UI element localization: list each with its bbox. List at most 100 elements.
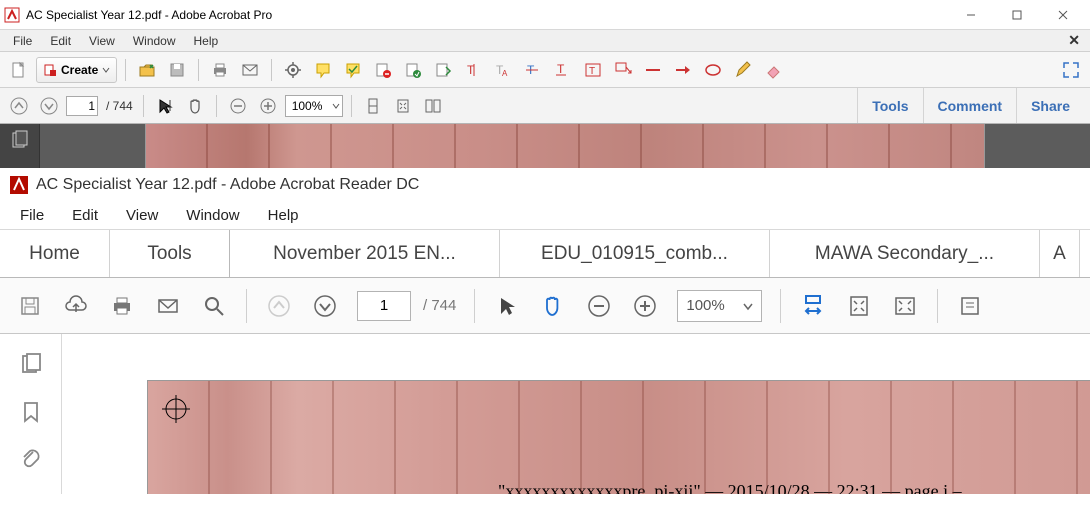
crop-mark-icon [162,395,190,423]
zoom-in-icon[interactable] [255,93,281,119]
email-icon[interactable] [148,286,188,326]
close-button[interactable] [1040,0,1086,30]
text-box-icon[interactable]: T [580,57,606,83]
pro-page-canvas[interactable] [40,124,1090,168]
page-down-icon[interactable] [36,93,62,119]
page-number-input[interactable] [66,96,98,116]
dc-zoom-value: 100% [686,297,724,314]
tab-document-4[interactable]: A [1040,230,1080,277]
tab-document-1[interactable]: November 2015 EN... [230,230,500,277]
fit-width-icon[interactable] [793,286,833,326]
two-page-icon[interactable] [420,93,446,119]
bookmark-panel-icon[interactable] [19,400,43,424]
strikethrough-icon[interactable]: T [520,57,546,83]
zoom-out-icon[interactable] [225,93,251,119]
search-icon[interactable] [194,286,234,326]
pro-window-title: AC Specialist Year 12.pdf - Adobe Acroba… [26,8,272,22]
open-icon[interactable] [134,57,160,83]
stamp-icon[interactable] [400,57,426,83]
fit-page-icon[interactable] [390,93,416,119]
menu-help[interactable]: Help [185,32,228,50]
dc-page-canvas[interactable]: "xxxxxxxxxxxxxpre_pi-xii" — 2015/10/28 —… [62,334,1090,494]
hand-tool-icon[interactable] [533,286,573,326]
menu-edit[interactable]: Edit [41,32,80,50]
dc-menu-edit[interactable]: Edit [58,204,112,227]
eraser-icon[interactable] [760,57,786,83]
print-icon[interactable] [207,57,233,83]
pro-nav-sidebar [0,124,40,168]
sticky-note-icon[interactable] [310,57,336,83]
callout-icon[interactable] [610,57,636,83]
oval-icon[interactable] [700,57,726,83]
thumbnails-panel-icon[interactable] [19,352,43,376]
pro-toolbar-main: Create T TA T T T [0,52,1090,88]
dc-zoom-combo[interactable]: 100% [677,290,761,322]
fit-page-icon[interactable] [839,286,879,326]
minimize-button[interactable] [948,0,994,30]
dc-menu-view[interactable]: View [112,204,172,227]
email-icon[interactable] [237,57,263,83]
tab-document-2[interactable]: EDU_010915_comb... [500,230,770,277]
save-icon[interactable] [164,57,190,83]
dc-menu-file[interactable]: File [6,204,58,227]
save-icon[interactable] [10,286,50,326]
fit-height-icon[interactable] [360,93,386,119]
zoom-level-combo[interactable]: 100% [285,95,344,117]
cloud-upload-icon[interactable] [56,286,96,326]
dc-menubar: File Edit View Window Help [0,202,1090,230]
maximize-button[interactable] [994,0,1040,30]
tab-home[interactable]: Home [0,230,110,277]
dc-toolbar: / 744 100% [0,278,1090,334]
read-mode-icon[interactable] [885,286,925,326]
tab-document-3[interactable]: MAWA Secondary_... [770,230,1040,277]
pencil-icon[interactable] [730,57,756,83]
text-edit-icon[interactable]: T [460,57,486,83]
hand-tool-icon[interactable] [182,93,208,119]
zoom-in-icon[interactable] [625,286,665,326]
pro-toolbar-nav: / 744 100% Tools Comment Share [0,88,1090,124]
line-icon[interactable] [640,57,666,83]
svg-text:T: T [557,62,565,76]
menu-window[interactable]: Window [124,32,185,50]
acrobat-dc-icon [10,176,28,194]
dc-titlebar: AC Specialist Year 12.pdf - Adobe Acroba… [0,168,1090,202]
note-delete-icon[interactable] [370,57,396,83]
pro-document-viewport [0,124,1090,168]
acrobat-reader-dc-window: AC Specialist Year 12.pdf - Adobe Acroba… [0,168,1090,494]
chevron-down-icon [743,301,753,311]
chevron-down-icon [102,66,110,74]
dc-menu-help[interactable]: Help [254,204,313,227]
document-close-icon[interactable]: ✕ [1062,32,1086,49]
page-up-icon[interactable] [6,93,32,119]
attach-file-icon[interactable] [430,57,456,83]
dc-page-number-input[interactable] [357,291,411,321]
svg-text:T: T [589,66,595,77]
arrow-icon[interactable] [670,57,696,83]
text-mark-icon[interactable]: TA [490,57,516,83]
more-tools-icon[interactable] [950,286,990,326]
tools-panel-link[interactable]: Tools [857,88,922,123]
gear-icon[interactable] [280,57,306,83]
tab-tools[interactable]: Tools [110,230,230,277]
pages-panel-icon[interactable] [10,130,30,150]
fullscreen-icon[interactable] [1058,57,1084,83]
menu-view[interactable]: View [80,32,124,50]
create-button[interactable]: Create [36,57,117,83]
dc-document-viewport: "xxxxxxxxxxxxxpre_pi-xii" — 2015/10/28 —… [0,334,1090,494]
dc-nav-sidebar [0,334,62,494]
page-up-icon [259,286,299,326]
selection-tool-icon[interactable] [487,286,527,326]
dc-menu-window[interactable]: Window [172,204,253,227]
underline-icon[interactable]: T [550,57,576,83]
highlight-check-icon[interactable] [340,57,366,83]
attachments-panel-icon[interactable] [19,448,43,472]
share-panel-link[interactable]: Share [1016,88,1084,123]
zoom-out-icon[interactable] [579,286,619,326]
print-icon[interactable] [102,286,142,326]
menu-file[interactable]: File [4,32,41,50]
page-down-icon[interactable] [305,286,345,326]
blank-page-icon[interactable] [6,57,32,83]
comment-panel-link[interactable]: Comment [923,88,1017,123]
acrobat-pro-window: AC Specialist Year 12.pdf - Adobe Acroba… [0,0,1090,168]
select-tool-icon[interactable] [152,93,178,119]
